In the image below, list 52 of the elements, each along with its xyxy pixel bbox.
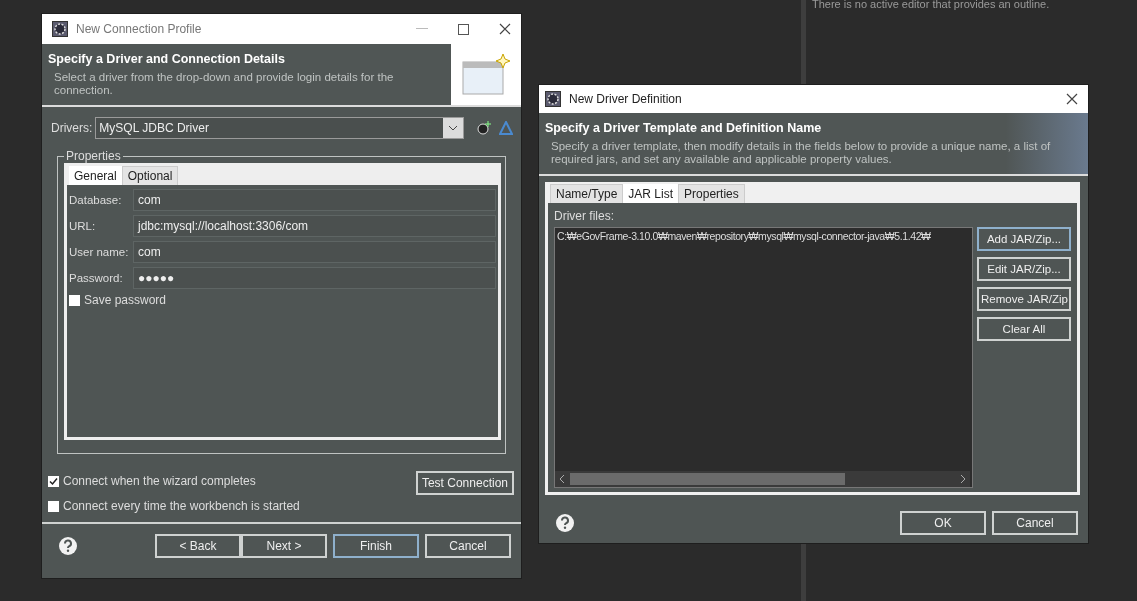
field-label: Database: [69,194,123,207]
input-field[interactable]: com [133,189,496,212]
checkbox[interactable] [48,500,59,512]
drivers-label: Drivers: [51,121,93,136]
maximize-icon[interactable] [458,23,469,35]
new-driver-icon[interactable] [477,121,491,136]
list-label: Driver files: [554,209,615,224]
window-title: New Driver Definition [569,92,683,106]
dialog-button[interactable]: OK [900,511,986,536]
dialog-button[interactable]: Next > [241,534,327,559]
page-description: Select a driver from the drop-down and provide login details for the connection. [53,71,395,98]
caret-icon [448,125,458,132]
dialog-button[interactable]: Cancel [425,534,511,559]
checkbox-label: Connect when the wizard completes [63,474,256,489]
side-button[interactable]: Add JAR/Zip... [977,227,1071,252]
input-field[interactable]: com [133,241,496,264]
checkbox-label: Connect every time the workbench is started [63,499,300,514]
field-label: Password: [69,272,124,285]
side-button[interactable]: Edit JAR/Zip... [977,257,1071,282]
driver-dropdown[interactable]: MySQL JDBC Driver [95,117,464,140]
app-icon [545,91,561,107]
input-field[interactable]: ●●●●● [133,267,496,290]
page-title: Specify a Driver and Connection Details [48,52,286,66]
tab[interactable]: General [69,166,122,186]
test-connection-button[interactable]: Test Connection [415,471,514,496]
tab[interactable]: Properties [678,184,745,204]
input-field[interactable]: jdbc:mysql://localhost:3306/com [133,215,496,238]
app-icon [52,21,68,37]
side-button[interactable]: Remove JAR/Zip [977,287,1071,312]
dialog-button[interactable]: Finish [333,534,419,559]
tab[interactable]: Optional [121,166,179,186]
field-label: URL: [69,220,97,233]
dialog-button[interactable]: Cancel [992,511,1078,536]
group-label: Properties [65,149,122,164]
close-icon[interactable] [499,23,511,35]
list-item[interactable]: C:₩eGovFrame-3.10.0₩maven₩repository₩mysql₩mysql-connector-java₩5.1.42₩ [555,228,933,245]
field-label: User name: [69,246,130,259]
close-icon[interactable] [1066,93,1078,105]
page-description: Specify a driver template, then modify details in the fields below to provide a unique name, a list of required jars, and set any available and applicable property values. [550,140,1052,167]
dialog-button[interactable]: < Back [155,534,241,559]
tab[interactable]: Name/Type [550,184,624,204]
help-icon[interactable] [555,513,575,534]
window-title: New Connection Profile [76,22,203,36]
side-button[interactable]: Clear All [977,317,1071,342]
horizontal-scrollbar[interactable] [555,471,970,488]
checkbox[interactable] [48,475,59,487]
help-icon[interactable] [58,536,78,557]
outline-message: There is no active editor that provides an outline. [812,0,1050,10]
checkbox-label: Save password [84,293,167,308]
checkbox[interactable] [69,294,80,306]
page-title: Specify a Driver Template and Definition Name [545,121,823,135]
tab[interactable]: JAR List [623,184,679,204]
